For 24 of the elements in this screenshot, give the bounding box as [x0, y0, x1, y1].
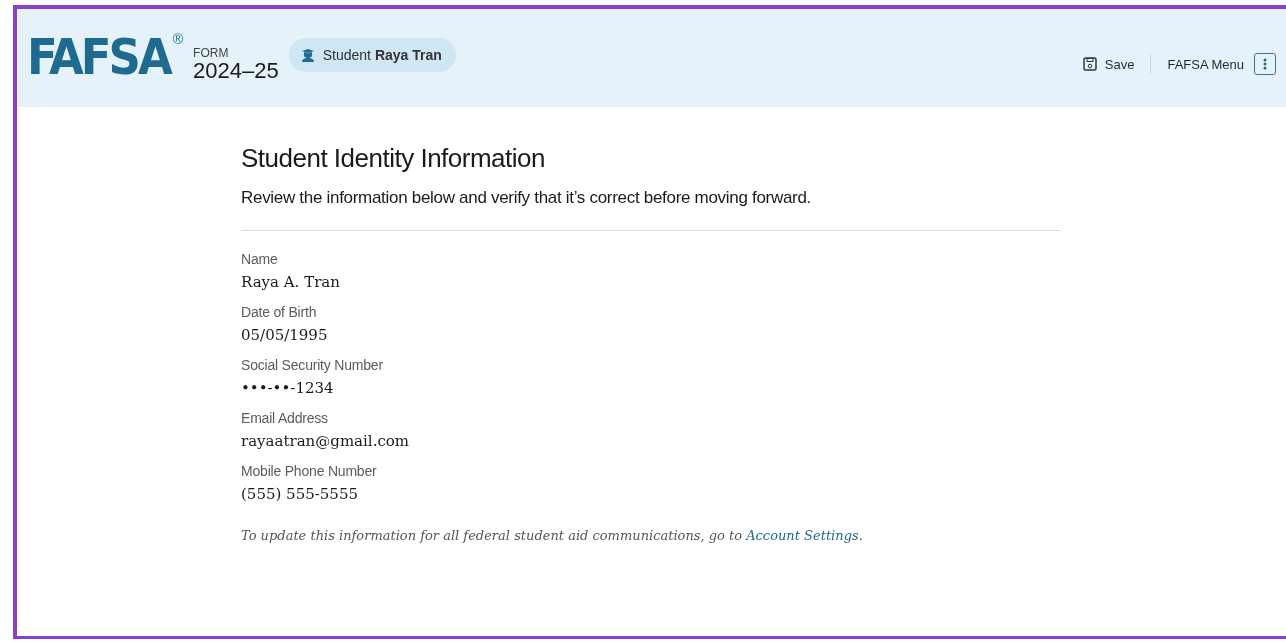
fafsa-logo: FAFSA	[27, 29, 172, 87]
field-value: 05/05/1995	[241, 326, 329, 344]
account-settings-link[interactable]: Account Settings	[746, 528, 859, 543]
field-label: Mobile Phone Number	[241, 463, 378, 479]
form-label: FORM	[193, 47, 230, 60]
update-note: To update this information for all federal student aid communications, go to Account Settings.	[241, 528, 864, 543]
fafsa-menu-button[interactable]: FAFSA Menu	[1151, 53, 1276, 75]
field-label: Social Security Number	[241, 357, 384, 373]
form-year: 2024–25	[193, 59, 279, 83]
field-label: Date of Birth	[241, 304, 318, 320]
page-subtitle: Review the information below and verify that it’s correct before moving forward.	[241, 188, 812, 208]
more-icon	[1254, 53, 1276, 75]
save-icon	[1082, 57, 1097, 71]
page-title: Student Identity Information	[241, 143, 546, 174]
registered-mark: ®	[172, 31, 184, 48]
student-name: Student Raya Tran	[322, 47, 442, 63]
field-value: Raya A. Tran	[241, 273, 341, 291]
field-value: (555) 555-5555	[241, 485, 359, 503]
field-value: •••-••-1234	[241, 379, 335, 397]
field-value: rayaatran@gmail.com	[241, 432, 411, 450]
field-label: Name	[241, 251, 279, 267]
field-label: Email Address	[241, 410, 329, 426]
graduate-icon	[300, 48, 315, 62]
save-button[interactable]: Save	[1066, 56, 1151, 72]
